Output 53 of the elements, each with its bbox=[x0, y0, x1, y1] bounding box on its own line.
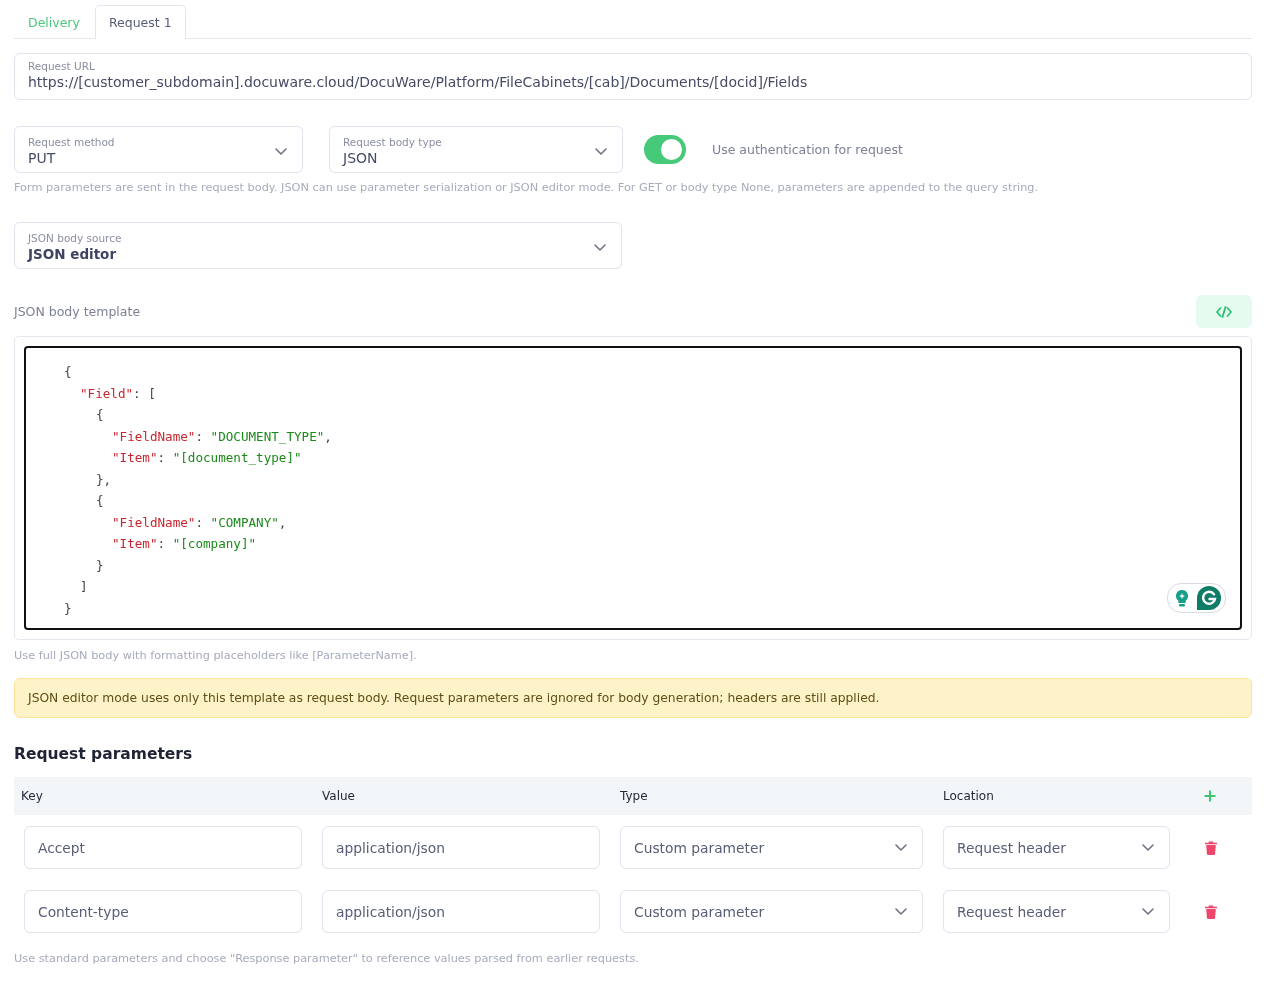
code-line: { bbox=[64, 364, 72, 379]
column-header: Key bbox=[21, 789, 44, 803]
assistant-logo-icon bbox=[1197, 586, 1221, 610]
chevron-down-icon bbox=[595, 148, 607, 155]
chevron-down-icon bbox=[275, 148, 287, 155]
code-line: "FieldName": "COMPANY", bbox=[112, 514, 287, 530]
url-field[interactable]: Request URL https://[customer_subdomain].docuware.cloud/DocuWare/Platform/FileCabinets/[cab]/Documents/[docid]/Fields bbox=[14, 53, 1252, 100]
code-line: }, bbox=[96, 471, 112, 487]
code-line: "Item": "[document_type]" bbox=[112, 450, 302, 465]
body-type-select[interactable]: Request body type JSON bbox=[329, 126, 623, 173]
column-header: Value bbox=[321, 789, 356, 803]
request-method-select[interactable]: Request method PUT bbox=[14, 126, 303, 173]
help-text: Use full JSON body with formatting placeholders like [ParameterName]. bbox=[14, 648, 418, 664]
help-text: Form parameters are sent in the request body. JSON can use parameter serialization or JSON editor mode. For GET or body type None, parameters are appended to the query string. bbox=[14, 180, 1040, 196]
column-header: Type bbox=[619, 789, 649, 803]
value-field[interactable]: application/json bbox=[322, 890, 600, 933]
auth-toggle[interactable] bbox=[644, 135, 686, 164]
code-line: "Field": [ bbox=[80, 385, 156, 401]
tab[interactable]: Request 1 bbox=[94, 5, 186, 39]
auth-label: Use authentication for request bbox=[712, 142, 903, 157]
chevron-down-icon bbox=[895, 844, 907, 851]
section-heading: Request parameters bbox=[14, 744, 194, 765]
lightbulb-icon bbox=[1175, 589, 1189, 607]
writing-assistant-widget[interactable] bbox=[1167, 583, 1226, 613]
column-header: Location bbox=[942, 789, 995, 803]
code-view-button[interactable] bbox=[1196, 295, 1252, 328]
value-field[interactable]: application/json bbox=[322, 826, 600, 869]
type-select[interactable]: Custom parameter bbox=[620, 826, 923, 869]
chevron-down-icon bbox=[895, 908, 907, 915]
code-editor[interactable]: { "Field": [ { "FieldName": "DOCUMENT_TYPE", "Item": "[document_type]" }, { "FieldName": "COMPANY", "Item": "[company]" } ] } bbox=[24, 346, 1242, 630]
location-select[interactable]: Request header bbox=[943, 826, 1170, 869]
code-line: } bbox=[64, 600, 72, 616]
json-source-select[interactable]: JSON body source JSON editor bbox=[14, 222, 622, 269]
delete-icon[interactable] bbox=[1205, 840, 1217, 855]
code-line: } bbox=[96, 557, 104, 573]
chevron-down-icon bbox=[1142, 908, 1154, 915]
add-icon[interactable] bbox=[1203, 790, 1216, 802]
code-line: "Item": "[company]" bbox=[112, 536, 257, 551]
chevron-down-icon bbox=[1142, 844, 1154, 851]
type-select[interactable]: Custom parameter bbox=[620, 890, 923, 933]
chevron-down-icon bbox=[594, 244, 606, 251]
warning-banner: JSON editor mode uses only this template as request body. Request parameters are ignored for body generation; headers are still applied. bbox=[14, 678, 1252, 718]
section-label: JSON body template bbox=[14, 304, 141, 319]
key-field[interactable]: Accept bbox=[24, 826, 302, 869]
code-icon bbox=[1216, 305, 1232, 318]
code-line: "FieldName": "DOCUMENT_TYPE", bbox=[112, 428, 332, 444]
help-text: Use standard parameters and choose "Response parameter" to reference values parsed from earlier requests. bbox=[14, 951, 640, 967]
code-line: { bbox=[96, 493, 104, 508]
code-line: { bbox=[96, 407, 104, 422]
location-select[interactable]: Request header bbox=[943, 890, 1170, 933]
delete-icon[interactable] bbox=[1205, 904, 1217, 919]
code-line: ] bbox=[80, 579, 88, 594]
key-field[interactable]: Content-type bbox=[24, 890, 302, 933]
